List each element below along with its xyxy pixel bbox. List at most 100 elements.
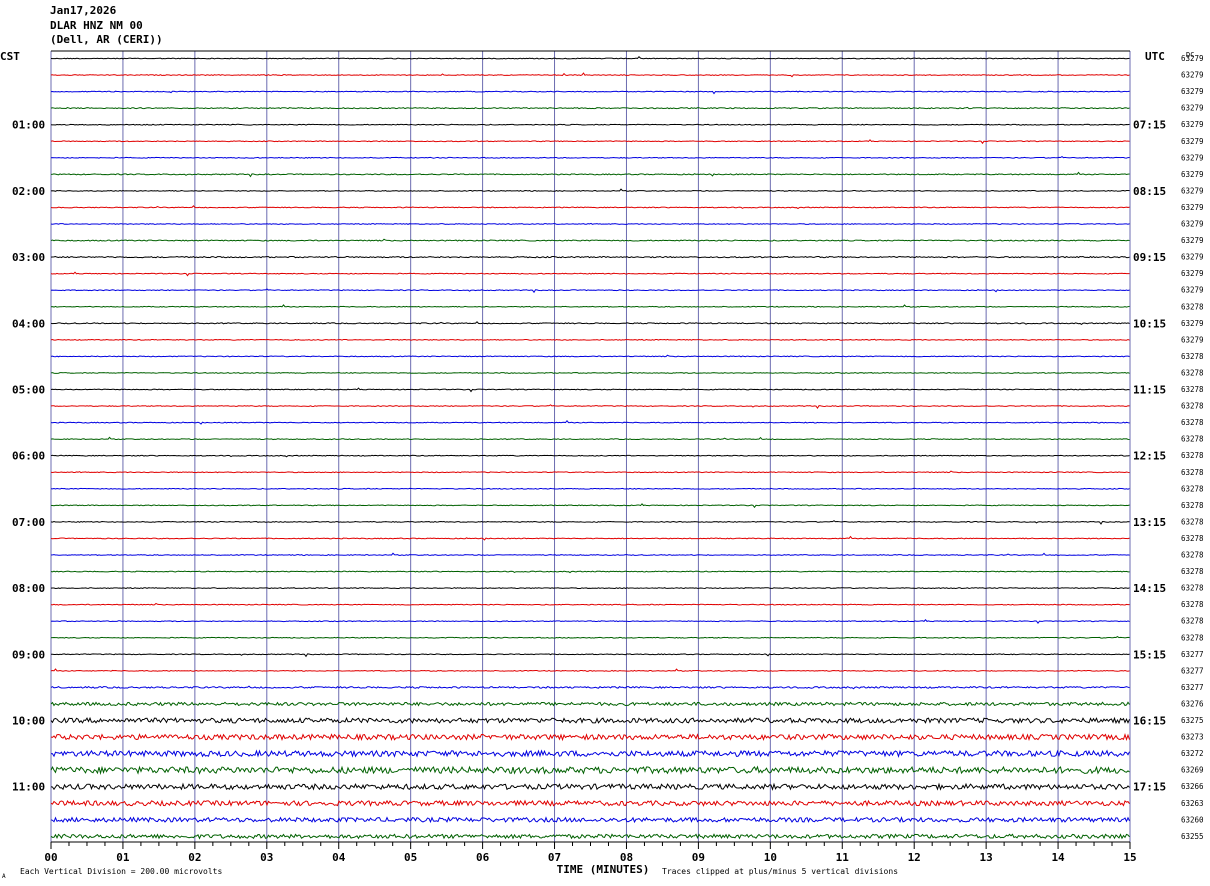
x-tick-label: 10 [764,851,777,864]
seismic-trace [50,372,1130,374]
dc-offset-value: 63263 [1181,799,1204,808]
dc-offset-value: 63279 [1181,286,1204,295]
right-hour-label: 08:15 [1133,185,1166,198]
left-hour-label: 03:00 [12,251,45,264]
seismic-trace [50,321,1130,326]
seismic-trace [50,419,1130,425]
dc-offset-value: 63278 [1181,567,1204,576]
seismic-trace [50,106,1130,110]
x-tick-label: 11 [836,851,850,864]
seismic-trace [50,155,1130,159]
seismic-trace [50,765,1130,776]
seismic-trace [50,635,1130,639]
seismic-trace [50,749,1130,758]
right-hour-label: 12:15 [1133,450,1166,463]
x-tick-label: 04 [332,851,346,864]
seismic-trace [50,520,1130,525]
seismic-trace [50,205,1130,210]
dc-offset-value: 63278 [1181,385,1204,394]
seismic-trace [50,487,1130,490]
dc-offset-value: 63278 [1181,468,1204,477]
x-tick-label: 12 [908,851,921,864]
seismic-trace [50,586,1130,590]
dc-offset-value: 63279 [1181,54,1204,63]
x-axis-title: TIME (MINUTES) [557,863,650,876]
dc-offset-value: 63279 [1181,71,1204,80]
left-hour-label: 10:00 [12,715,45,728]
dc-offset-value: 63279 [1181,186,1204,195]
dc-offset-value: 63279 [1181,120,1204,129]
dc-offset-value: 63278 [1181,534,1204,543]
dc-offset-value: 63266 [1181,782,1204,791]
right-hour-label: 09:15 [1133,251,1166,264]
seismic-trace [50,732,1130,742]
right-timezone-label: UTC [1145,50,1165,63]
dc-offset-value: 63279 [1181,335,1204,344]
seismic-trace [50,535,1130,541]
dc-offset-value: 63278 [1181,584,1204,593]
left-hour-label: 05:00 [12,384,45,397]
corner-mark: A [2,873,6,880]
seismic-trace [50,387,1130,393]
seismic-trace [50,716,1130,725]
dc-offset-value: 63278 [1181,418,1204,427]
right-hour-label: 07:15 [1133,119,1166,132]
dc-offset-value: 63278 [1181,451,1204,460]
seismic-trace [50,470,1130,474]
x-tick-label: 13 [980,851,993,864]
left-hour-label: 02:00 [12,185,45,198]
dc-offset-value: 63278 [1181,600,1204,609]
seismic-trace [50,222,1130,225]
seismic-trace [50,354,1130,358]
left-hour-label: 11:00 [12,781,45,794]
seismic-trace [50,619,1130,625]
seismic-trace [50,255,1130,259]
dc-offset-value: 63278 [1181,352,1204,361]
seismic-trace [50,503,1130,509]
left-hour-label: 08:00 [12,582,45,595]
seismic-trace [50,436,1130,441]
seismic-trace [50,833,1130,840]
dc-offset-value: 63277 [1181,683,1204,692]
seismic-trace [50,782,1130,791]
x-tick-label: 06 [476,851,490,864]
right-hour-label: 13:15 [1133,516,1166,529]
seismic-trace [50,56,1130,60]
dc-offset-value: 63279 [1181,269,1204,278]
x-tick-label: 14 [1051,851,1065,864]
seismic-trace [50,653,1130,658]
x-tick-label: 03 [260,851,273,864]
dc-offset-value: 63277 [1181,666,1204,675]
dc-offset-value: 63278 [1181,517,1204,526]
dc-offset-value: 63278 [1181,402,1204,411]
x-tick-label: 05 [404,851,417,864]
left-hour-label: 06:00 [12,450,45,463]
right-hour-label: 15:15 [1133,648,1166,661]
seismic-trace [50,123,1130,126]
seismic-trace [50,171,1130,178]
seismic-trace [50,404,1130,410]
seismic-trace [50,816,1130,824]
seismic-trace [50,552,1130,556]
dc-offset-value: 63277 [1181,650,1204,659]
left-timezone-label: CST [0,50,20,63]
dc-offset-value: 63279 [1181,87,1204,96]
dc-offset-value: 63272 [1181,749,1204,758]
left-hour-label: 01:00 [12,119,45,132]
dc-offset-value: 63279 [1181,104,1204,113]
dc-offset-value: 63278 [1181,302,1204,311]
seismic-trace [50,602,1130,606]
seismic-trace [50,668,1130,672]
dc-offset-value: 63276 [1181,699,1204,708]
left-hour-label: 09:00 [12,648,45,661]
dc-offset-value: 63278 [1181,368,1204,377]
dc-offset-value: 63278 [1181,633,1204,642]
right-hour-label: 14:15 [1133,582,1166,595]
dc-offset-value: 63278 [1181,484,1204,493]
seismic-trace [50,454,1130,458]
left-hour-label: 04:00 [12,317,45,330]
x-tick-label: 15 [1123,851,1136,864]
vertical-scale-note: Each Vertical Division = 200.00 microvol… [20,867,222,876]
x-tick-label: 09 [692,851,705,864]
seismic-trace [50,288,1130,294]
